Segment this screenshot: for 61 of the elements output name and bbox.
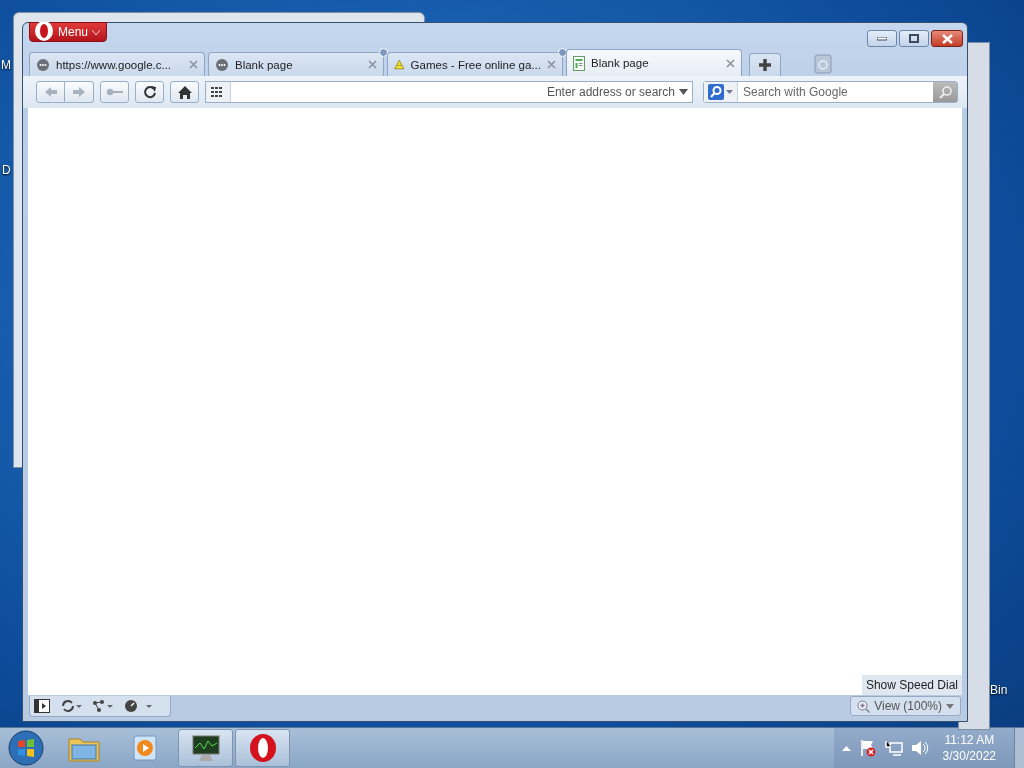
new-tab-button[interactable]	[749, 53, 781, 76]
desktop-icon-label: D	[2, 163, 11, 177]
menu-button[interactable]: Menu	[29, 22, 108, 42]
tooltip: Show Speed Dial	[861, 675, 962, 695]
play-icon	[130, 734, 159, 762]
opera-logo-icon	[34, 22, 54, 42]
address-input[interactable]: Enter address or search	[231, 85, 679, 99]
key-icon	[105, 88, 124, 96]
zoom-in-icon	[857, 699, 871, 713]
panel-toggle-icon[interactable]	[34, 698, 50, 713]
search-field[interactable]: Search with Google	[703, 81, 958, 103]
tab[interactable]: https://www.google.c...	[29, 52, 205, 76]
opera-logo-icon	[247, 733, 278, 763]
maximize-icon	[909, 34, 919, 43]
close-tab-icon[interactable]	[547, 60, 556, 69]
speedometer-icon[interactable]	[124, 698, 154, 713]
caret-icon	[92, 29, 101, 35]
start-button[interactable]	[6, 728, 46, 768]
globe-icon	[215, 57, 229, 72]
plus-icon	[759, 59, 771, 71]
document-icon	[573, 55, 585, 71]
flag-error-icon[interactable]	[858, 739, 877, 757]
home-button[interactable]	[170, 81, 199, 103]
dropdown-arrow-icon[interactable]	[679, 89, 688, 95]
back-arrow-icon	[43, 86, 58, 98]
search-engine-icon[interactable]	[708, 84, 724, 100]
search-button[interactable]	[933, 82, 957, 102]
minimize-icon	[877, 36, 887, 41]
network-icon[interactable]	[884, 740, 903, 756]
reload-button[interactable]	[135, 81, 164, 103]
taskbar-button[interactable]	[178, 729, 233, 767]
zoom-button[interactable]: View (100%)	[850, 696, 961, 716]
speed-dial-icon	[211, 87, 225, 97]
caret-icon	[726, 90, 733, 94]
warning-face-icon	[394, 57, 405, 72]
close-icon	[941, 33, 953, 44]
reload-icon	[142, 85, 157, 99]
search-icon	[938, 85, 952, 99]
globe-icon	[36, 57, 50, 72]
sync-icon[interactable]	[60, 698, 82, 713]
address-field[interactable]: Enter address or search	[205, 81, 693, 103]
close-tab-icon[interactable]	[189, 60, 198, 69]
close-tab-icon[interactable]	[368, 60, 377, 69]
close-tab-icon[interactable]	[726, 58, 735, 68]
caret-icon	[946, 703, 954, 709]
home-icon	[177, 85, 192, 99]
windows-logo-icon	[8, 730, 44, 766]
up-arrow-icon[interactable]	[841, 745, 851, 751]
speaker-icon[interactable]	[910, 740, 929, 756]
forward-arrow-icon	[72, 86, 86, 98]
desktop-icon-label: M	[1, 58, 11, 72]
share-icon[interactable]	[92, 698, 114, 713]
desktop-icon-label: Bin	[990, 683, 1008, 697]
back-button[interactable]	[36, 81, 65, 103]
tab[interactable]: Blank page	[566, 49, 742, 76]
close-button[interactable]	[931, 30, 963, 47]
maximize-button[interactable]	[899, 30, 929, 47]
show-desktop-button[interactable]	[1014, 728, 1024, 768]
forward-button[interactable]	[65, 81, 94, 103]
key-button[interactable]	[100, 81, 129, 103]
taskbar-button[interactable]	[235, 729, 290, 767]
